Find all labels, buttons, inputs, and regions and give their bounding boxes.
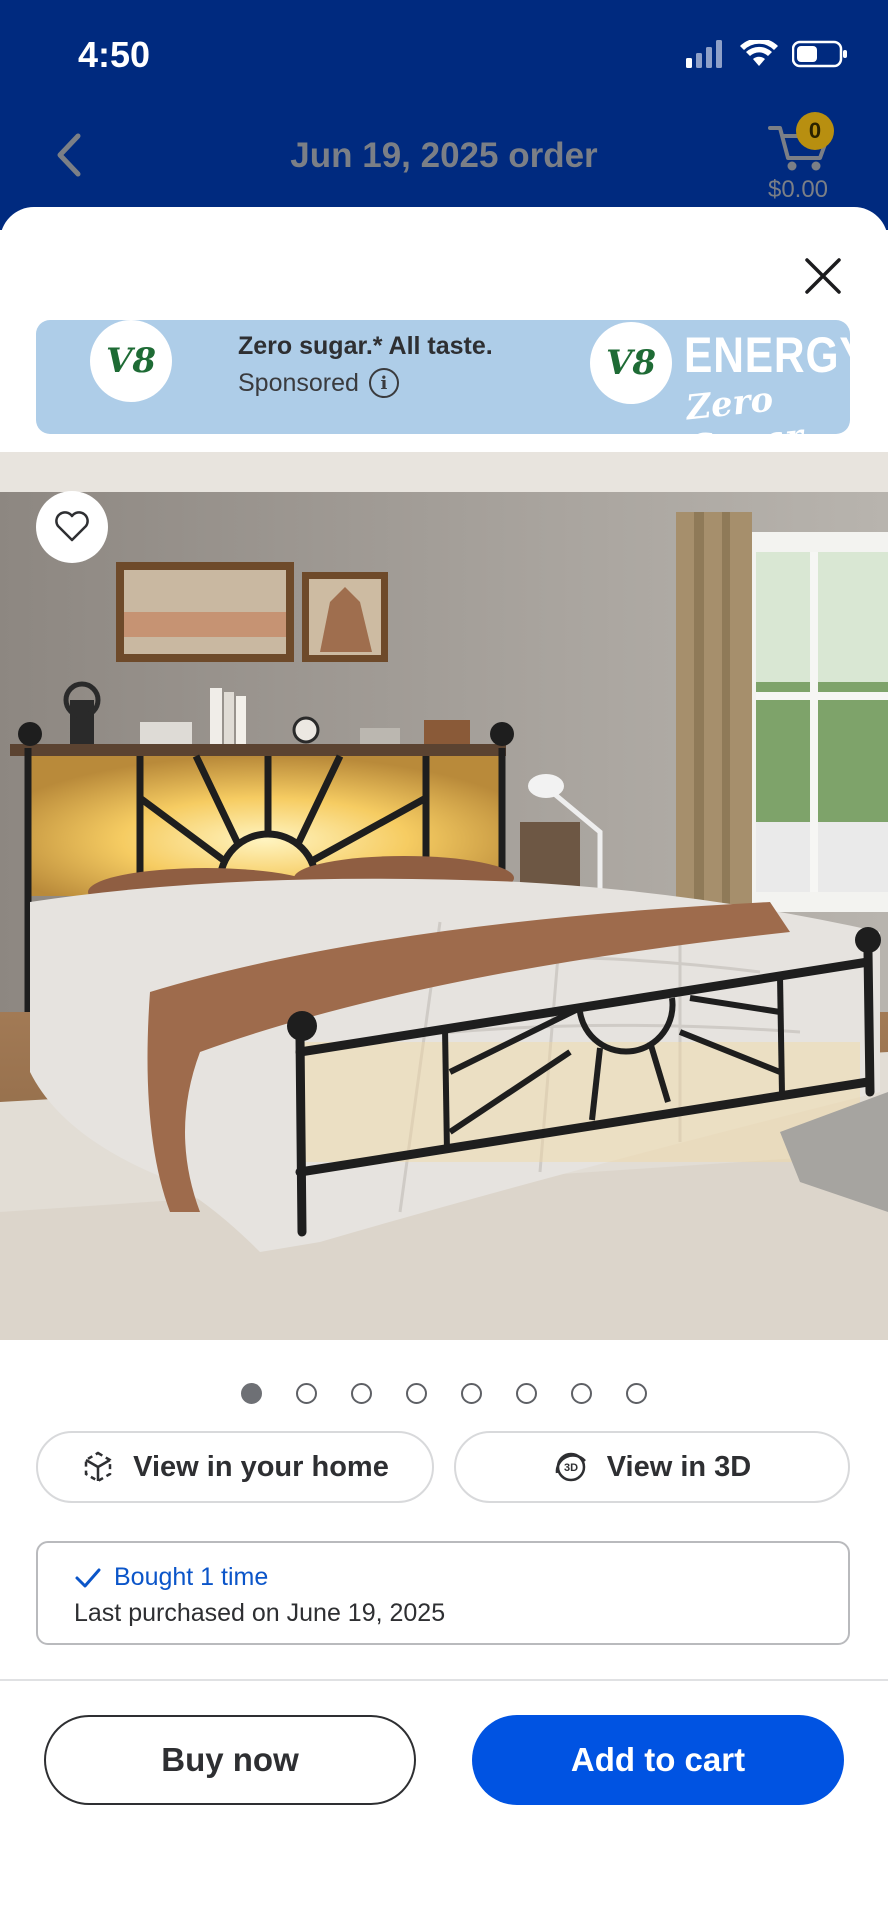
purchase-history-card: Bought 1 time Last purchased on June 19,…: [36, 1541, 850, 1645]
view-in-home-label: View in your home: [133, 1450, 389, 1483]
product-image[interactable]: [0, 452, 888, 1340]
carousel-dot[interactable]: [241, 1383, 262, 1404]
carousel-dot[interactable]: [626, 1383, 647, 1404]
wifi-icon: [740, 40, 778, 66]
add-to-cart-button[interactable]: Add to cart: [472, 1715, 844, 1805]
check-icon: [75, 1568, 101, 1587]
favorite-button[interactable]: [36, 491, 108, 563]
heart-icon: [55, 511, 89, 542]
carousel-dot[interactable]: [461, 1383, 482, 1404]
ad-sponsored: Sponsored i: [238, 368, 399, 398]
cart-count-badge: 0: [796, 112, 834, 150]
ad-headline: Zero sugar.* All taste.: [238, 332, 493, 360]
view-in-3d-label: View in 3D: [606, 1450, 752, 1483]
carousel-dot[interactable]: [351, 1383, 372, 1404]
signal-icon: [686, 40, 722, 68]
carousel-dot[interactable]: [516, 1383, 537, 1404]
v8-logo: V8: [90, 320, 172, 402]
view-in-3d-button[interactable]: 3D View in 3D: [454, 1431, 850, 1503]
status-time: 4:50: [78, 34, 151, 75]
status-icons: [686, 40, 848, 68]
cart-total: $0.00: [767, 176, 829, 203]
bought-count: Bought 1 time: [74, 1563, 268, 1592]
app-header: 4:50 Jun 19, 2025 order 0 $0.00: [0, 0, 888, 230]
3d-icon: 3D: [555, 1452, 586, 1482]
view-in-home-button[interactable]: View in your home: [36, 1431, 434, 1503]
ar-cube-icon: [84, 1451, 112, 1483]
bought-label: Bought 1 time: [114, 1563, 269, 1591]
bed-photo: [0, 452, 888, 1340]
product-sheet: V8 Zero sugar.* All taste. Sponsored i V…: [0, 207, 888, 1920]
svg-text:3D: 3D: [564, 1462, 578, 1474]
divider: [0, 1679, 888, 1681]
carousel-dot[interactable]: [296, 1383, 317, 1404]
v8-product-logo: V8: [590, 322, 672, 404]
carousel-dot[interactable]: [406, 1383, 427, 1404]
cart-button[interactable]: 0 $0.00: [748, 110, 848, 210]
battery-icon: [792, 40, 847, 68]
buy-now-button[interactable]: Buy now: [44, 1715, 416, 1805]
info-icon[interactable]: i: [368, 368, 399, 398]
carousel-dots: [0, 1383, 888, 1404]
carousel-dot[interactable]: [571, 1383, 592, 1404]
sponsored-ad-banner[interactable]: V8 Zero sugar.* All taste. Sponsored i V…: [36, 320, 850, 434]
close-icon[interactable]: [798, 251, 848, 301]
last-purchased: Last purchased on June 19, 2025: [74, 1599, 446, 1627]
sponsored-label: Sponsored: [238, 368, 359, 397]
